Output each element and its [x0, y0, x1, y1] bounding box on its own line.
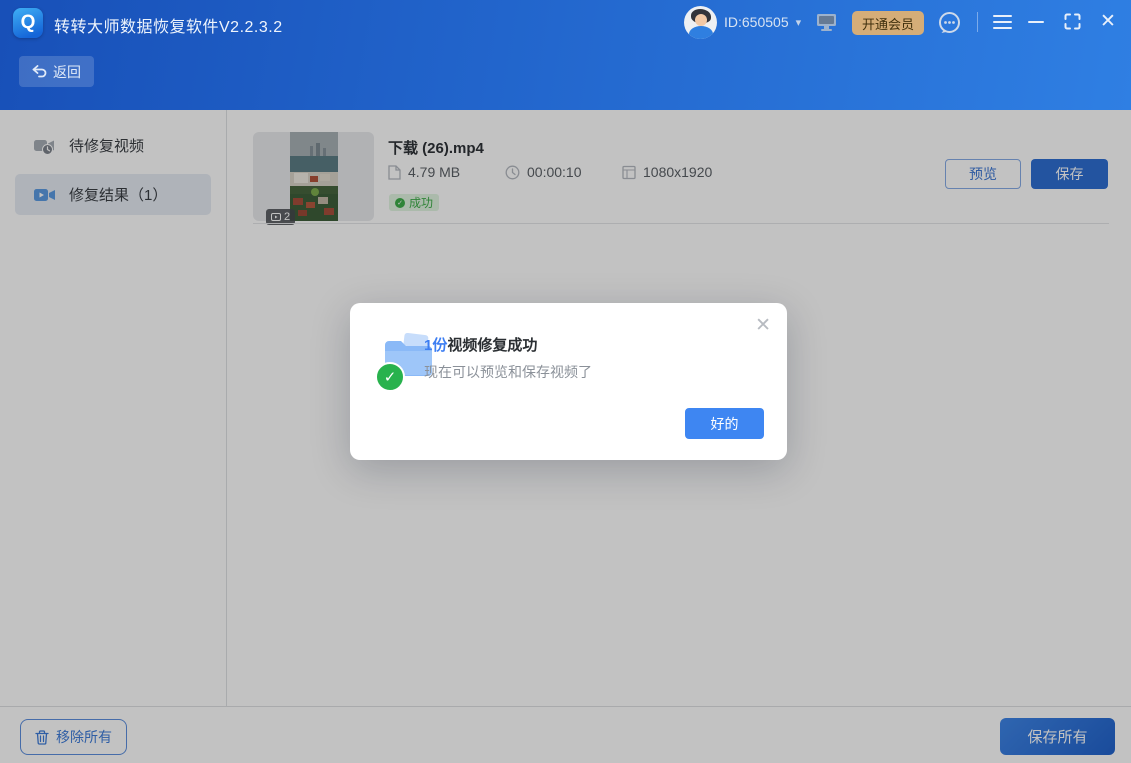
dialog-title-text: 视频修复成功: [447, 337, 537, 354]
avatar[interactable]: [684, 6, 717, 39]
chevron-down-icon: ▾: [796, 16, 802, 29]
dialog-title-count: 1份: [424, 337, 447, 354]
back-arrow-icon: [32, 65, 47, 78]
user-id-dropdown[interactable]: ID:650505 ▾: [724, 14, 801, 30]
minimize-button[interactable]: [1028, 21, 1044, 23]
vip-button[interactable]: 开通会员: [852, 11, 924, 35]
monitor-icon[interactable]: [816, 13, 837, 37]
success-dialog: ✕ ✓ 1份视频修复成功 现在可以预览和保存视频了 好的: [350, 303, 787, 460]
app-title: 转转大师数据恢复软件V2.2.3.2: [54, 13, 283, 37]
customer-support-icon[interactable]: [936, 9, 963, 41]
app-window: Q 转转大师数据恢复软件V2.2.3.2 ID:650505 ▾ 开通会员: [0, 0, 1131, 763]
user-id-label: ID:650505: [724, 14, 789, 30]
dialog-title: 1份视频修复成功: [424, 334, 537, 355]
app-logo-icon: Q: [13, 8, 43, 38]
dialog-subtitle: 现在可以预览和保存视频了: [424, 362, 592, 382]
titlebar: Q 转转大师数据恢复软件V2.2.3.2 ID:650505 ▾ 开通会员: [0, 0, 1131, 45]
avatar-body: [689, 26, 713, 39]
success-check-icon: ✓: [375, 362, 405, 392]
close-button[interactable]: ✕: [1100, 9, 1116, 35]
back-button-label: 返回: [53, 62, 81, 82]
maximize-button[interactable]: [1064, 13, 1081, 35]
avatar-face: [695, 14, 707, 26]
dialog-close-icon[interactable]: ✕: [755, 315, 771, 337]
ok-button[interactable]: 好的: [685, 408, 764, 439]
menu-icon[interactable]: [993, 15, 1012, 29]
back-button[interactable]: 返回: [19, 56, 94, 87]
header: Q 转转大师数据恢复软件V2.2.3.2 ID:650505 ▾ 开通会员: [0, 0, 1131, 110]
titlebar-divider: [977, 12, 978, 32]
